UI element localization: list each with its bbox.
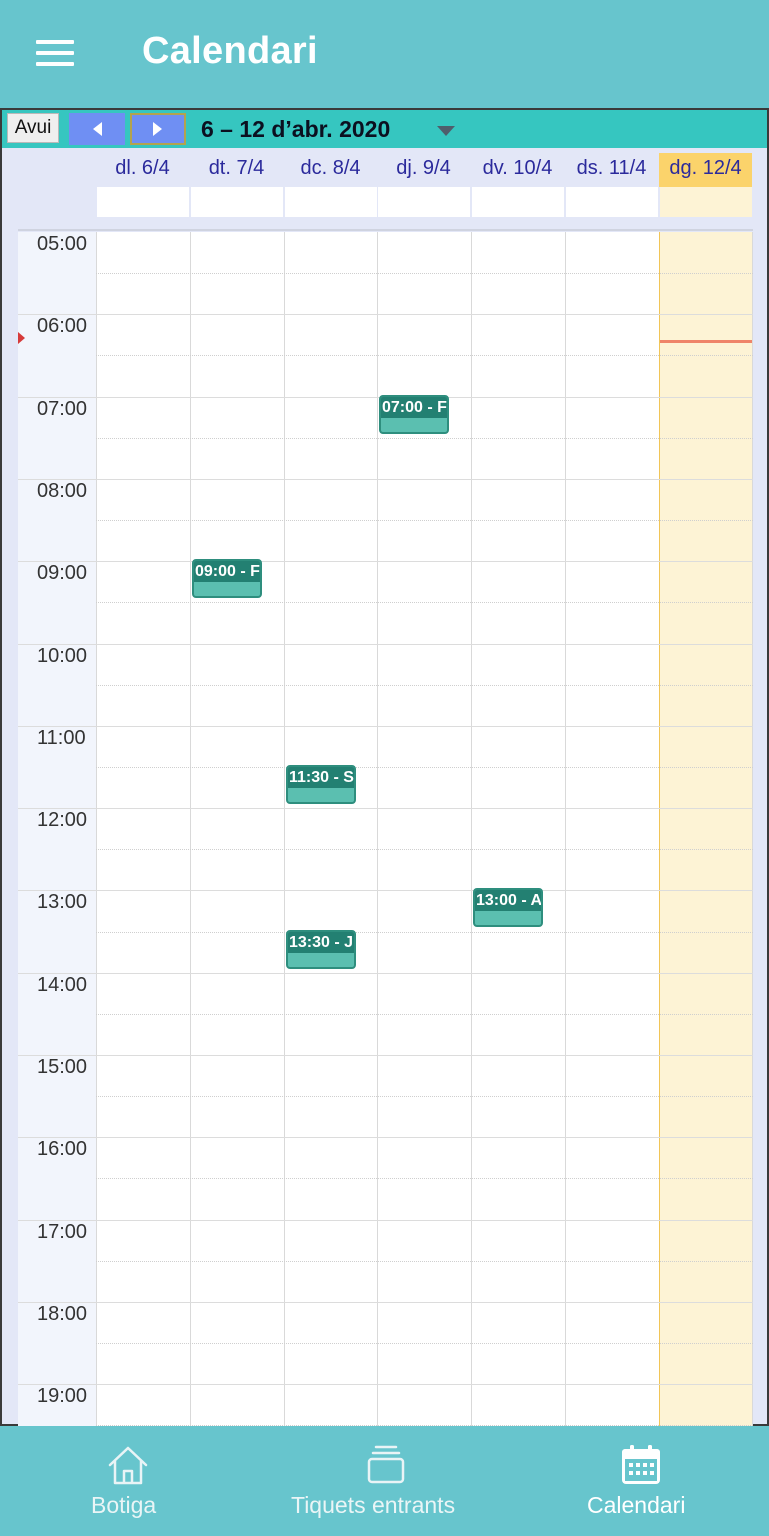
calendar-event[interactable]: 11:30 - S — [286, 765, 356, 804]
hour-line — [18, 1137, 753, 1138]
all-day-cell[interactable] — [191, 187, 283, 217]
hour-line — [18, 808, 753, 809]
hour-line — [18, 1220, 753, 1221]
day-header[interactable]: ds. 11/4 — [565, 153, 658, 187]
half-hour-line — [96, 1261, 753, 1262]
half-hour-line — [96, 1178, 753, 1179]
half-hour-line — [96, 602, 753, 603]
column-divider — [565, 232, 566, 1426]
all-day-cell[interactable] — [378, 187, 470, 217]
hour-line — [18, 479, 753, 480]
day-header[interactable]: dl. 6/4 — [96, 153, 189, 187]
time-label: 18:00 — [37, 1303, 88, 1325]
column-divider — [190, 232, 191, 1426]
half-hour-line — [96, 685, 753, 686]
time-label: 17:00 — [37, 1221, 88, 1243]
time-label: 11:00 — [37, 727, 86, 749]
time-label: 16:00 — [37, 1138, 88, 1160]
nav-tiquets-entrants[interactable]: Tiquets entrants — [290, 1426, 480, 1536]
event-title: 13:30 - J — [288, 932, 354, 953]
all-day-cell[interactable] — [97, 187, 189, 217]
hour-line — [18, 890, 753, 891]
time-label: 06:00 — [37, 315, 88, 337]
nav-calendari[interactable]: Calendari — [585, 1426, 700, 1536]
day-header[interactable]: dc. 8/4 — [284, 153, 377, 187]
half-hour-line — [96, 520, 753, 521]
half-hour-line — [96, 1096, 753, 1097]
half-hour-line — [96, 767, 753, 768]
hour-line — [18, 644, 753, 645]
today-button[interactable]: Avui — [7, 113, 59, 143]
caret-down-icon[interactable] — [437, 126, 455, 136]
home-icon — [108, 1446, 148, 1485]
day-header[interactable]: dt. 7/4 — [190, 153, 283, 187]
chevron-left-icon — [93, 122, 102, 136]
today-column — [659, 232, 753, 1426]
day-header[interactable]: dg. 12/4 — [659, 153, 752, 187]
column-divider — [96, 232, 97, 1426]
all-day-cell[interactable] — [472, 187, 564, 217]
event-title: 13:00 - A — [475, 890, 541, 911]
page-title: Calendari — [142, 30, 318, 72]
all-day-cell[interactable] — [566, 187, 658, 217]
calendar-event[interactable]: 07:00 - F — [379, 395, 449, 434]
header-divider — [18, 229, 753, 231]
inbox-icon — [367, 1445, 405, 1484]
current-time-line — [660, 340, 752, 343]
day-header[interactable]: dv. 10/4 — [471, 153, 564, 187]
half-hour-line — [96, 438, 753, 439]
half-hour-line — [96, 1343, 753, 1344]
hour-line — [18, 314, 753, 315]
hour-line — [18, 1384, 753, 1385]
half-hour-line — [96, 355, 753, 356]
time-label: 05:00 — [37, 233, 88, 255]
time-label: 15:00 — [37, 1056, 88, 1078]
time-label: 10:00 — [37, 645, 88, 667]
half-hour-line — [96, 849, 753, 850]
half-hour-line — [96, 932, 753, 933]
time-label: 09:00 — [37, 562, 88, 584]
chevron-right-icon — [153, 122, 162, 136]
hour-line — [18, 726, 753, 727]
menu-icon[interactable] — [36, 40, 74, 70]
column-divider — [284, 232, 285, 1426]
half-hour-line — [96, 1014, 753, 1015]
nav-label-botiga: Botiga — [91, 1492, 157, 1518]
hour-line — [18, 561, 753, 562]
half-hour-line — [96, 273, 753, 274]
time-label: 14:00 — [37, 974, 88, 996]
all-day-cell[interactable] — [285, 187, 377, 217]
nav-botiga[interactable]: Botiga — [88, 1426, 168, 1536]
nav-label-calendari: Calendari — [587, 1492, 686, 1518]
previous-week-button[interactable] — [69, 113, 125, 145]
time-label: 19:00 — [37, 1385, 88, 1407]
calendar-icon — [622, 1445, 660, 1484]
nav-label-tiquets-entrants: Tiquets entrants — [291, 1492, 456, 1518]
app-bar — [0, 0, 769, 108]
column-divider — [659, 232, 660, 1426]
date-range-label[interactable]: 6 – 12 d’abr. 2020 — [201, 116, 390, 143]
time-label: 07:00 — [37, 398, 88, 420]
hour-line — [18, 1302, 753, 1303]
time-label: 13:00 — [37, 891, 88, 913]
time-label: 12:00 — [37, 809, 88, 831]
event-title: 09:00 - F — [194, 561, 260, 582]
hour-line — [18, 1055, 753, 1056]
event-title: 11:30 - S — [288, 767, 354, 788]
next-week-button[interactable] — [130, 113, 186, 145]
calendar-event[interactable]: 09:00 - F — [192, 559, 262, 598]
calendar-event[interactable]: 13:30 - J — [286, 930, 356, 969]
hour-line — [18, 973, 753, 974]
day-header[interactable]: dj. 9/4 — [377, 153, 470, 187]
calendar-event[interactable]: 13:00 - A — [473, 888, 543, 927]
column-divider — [471, 232, 472, 1426]
current-time-marker-icon — [18, 332, 25, 344]
time-label: 08:00 — [37, 480, 88, 502]
column-divider — [377, 232, 378, 1426]
column-divider — [752, 232, 753, 1426]
all-day-cell[interactable] — [660, 187, 752, 217]
event-title: 07:00 - F — [381, 397, 447, 418]
